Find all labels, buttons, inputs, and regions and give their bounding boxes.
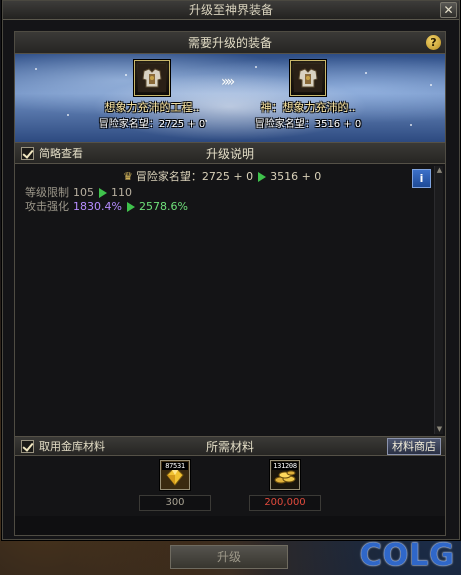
scroll-up-icon[interactable]: ▲ (435, 166, 444, 175)
upgrade-button[interactable]: 升级 (170, 545, 288, 569)
fame-label: 冒险家名望： (135, 170, 202, 183)
fame-new-value: 3516 + 0 (270, 170, 322, 183)
description-scrollbar[interactable]: ▲ ▼ (434, 166, 443, 434)
use-vault-materials-label[interactable]: 取用金库材料 (39, 437, 105, 457)
armor-icon (294, 64, 322, 92)
use-vault-materials-checkbox[interactable] (21, 440, 34, 453)
upgrade-description-header: 简略查看 升级说明 (15, 142, 445, 164)
fame-change-line: ♛ 冒险家名望：2725 + 0 3516 + 0 (123, 168, 321, 184)
stat-row-attack-boost: 攻击强化 1830.4% 2578.6% (25, 198, 188, 214)
window-title: 升级至神界装备 (188, 3, 273, 17)
fame-old-value: 2725 + 0 (201, 170, 254, 183)
required-equipment-title: 需要升级的装备 (187, 36, 272, 50)
required-equipment-header: 需要升级的装备 ? (15, 32, 445, 54)
info-button[interactable]: i (412, 169, 431, 188)
material-required-amount: 200,000 (249, 495, 321, 511)
window-content: 需要升级的装备 ? 想象力充沛的工程.. 冒险家名望：2725 + 0 »» 神… (14, 31, 446, 536)
material-item-gold: 131208 200,000 (245, 460, 325, 511)
source-equipment-name: 想象力充沛的工程.. (104, 101, 200, 114)
window-titlebar[interactable]: 升级至神界装备 ✕ (3, 1, 459, 20)
equipment-banner: 想象力充沛的工程.. 冒险家名望：2725 + 0 »» 神：想象力充沛的.. … (15, 54, 445, 142)
upgrade-window: 升级至神界装备 ✕ 需要升级的装备 ? 想象力充沛的工程.. 冒险家名望：272… (2, 0, 460, 540)
target-equipment: 神：想象力充沛的.. 冒险家名望：3516 + 0 (233, 60, 383, 130)
scroll-down-icon[interactable]: ▼ (435, 425, 444, 434)
increase-arrow-icon (99, 188, 107, 198)
target-equipment-name: 神：想象力充沛的.. (260, 101, 356, 114)
upgrade-description-panel: ♛ 冒险家名望：2725 + 0 3516 + 0 i 等级限制 105 110 攻击强… (15, 164, 445, 436)
material-shop-button[interactable]: 材料商店 (387, 438, 441, 455)
source-equipment: 想象力充沛的工程.. 冒险家名望：2725 + 0 (77, 60, 227, 130)
source-equipment-fame: 冒险家名望：2725 + 0 (98, 119, 206, 130)
material-required-amount: 300 (139, 495, 211, 511)
source-equipment-slot[interactable] (134, 60, 170, 96)
target-equipment-slot[interactable] (290, 60, 326, 96)
stat-old-value: 1830.4% (73, 200, 122, 213)
target-equipment-fame: 冒险家名望：3516 + 0 (254, 119, 362, 130)
material-owned-count: 131208 (272, 462, 298, 470)
fame-crest-icon: ♛ (123, 170, 133, 183)
material-item-gem: 87531 300 (135, 460, 215, 511)
increase-arrow-icon (126, 202, 135, 212)
upgrade-arrow-icon: »» (221, 74, 235, 90)
material-slot[interactable]: 87531 (160, 460, 190, 490)
armor-icon (138, 64, 166, 92)
stat-new-value: 2578.6% (138, 200, 188, 213)
colg-watermark: COLG (359, 538, 455, 573)
increase-arrow-icon (258, 172, 267, 182)
material-slot[interactable]: 131208 (270, 460, 300, 490)
help-icon[interactable]: ? (426, 35, 441, 50)
materials-header: 取用金库材料 所需材料 材料商店 (15, 436, 445, 456)
materials-panel: 87531 300 131208 200,000 (15, 456, 445, 516)
material-owned-count: 87531 (162, 462, 188, 470)
close-button[interactable]: ✕ (440, 2, 457, 18)
stat-label: 攻击强化 (25, 200, 69, 213)
brief-view-checkbox[interactable] (21, 147, 34, 160)
brief-view-label[interactable]: 简略查看 (39, 143, 83, 165)
